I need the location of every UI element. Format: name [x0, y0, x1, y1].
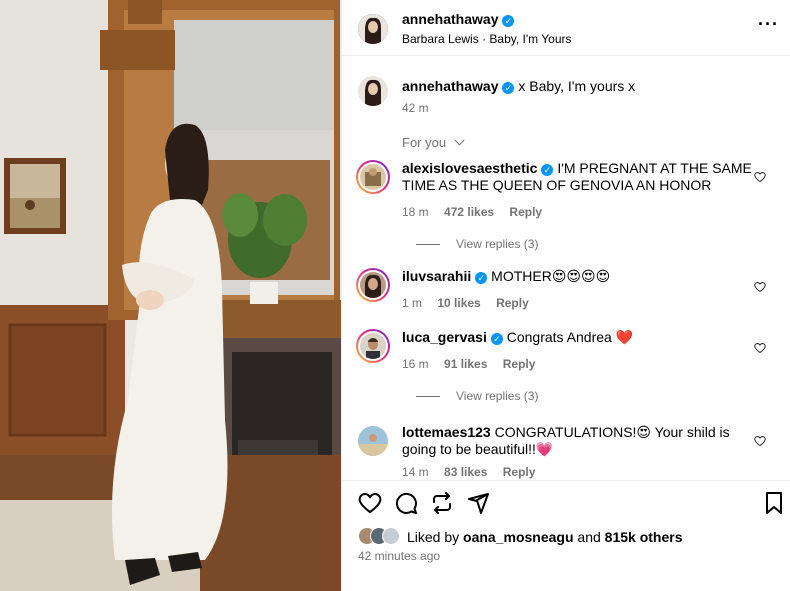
- share-icon[interactable]: [430, 491, 454, 520]
- heart-icon[interactable]: [358, 491, 382, 520]
- story-ring[interactable]: [356, 329, 390, 363]
- liked-by-prefix: Liked by: [407, 529, 460, 545]
- reply-button[interactable]: Reply: [503, 357, 536, 371]
- comment-meta: 14 m 83 likes Reply: [402, 465, 547, 479]
- comment-like-heart-icon[interactable]: [754, 434, 766, 452]
- reply-button[interactable]: Reply: [509, 205, 542, 219]
- liked-by-and: and: [577, 529, 601, 545]
- liked-by-avatars[interactable]: [358, 527, 402, 547]
- story-ring[interactable]: [356, 268, 390, 302]
- comment-time: 14 m: [402, 465, 429, 479]
- verified-badge-icon: ✓: [502, 82, 515, 94]
- comment-likes[interactable]: 91 likes: [444, 357, 487, 371]
- commenter-avatar: [360, 333, 386, 359]
- comment-item: lottemaes123 CONGRATULATIONS!😍 Your shil…: [356, 424, 766, 480]
- comment-meta: 1 m 10 likes Reply: [402, 296, 541, 310]
- view-replies-button[interactable]: View replies (3): [416, 389, 538, 403]
- post-time[interactable]: 42 minutes ago: [358, 549, 440, 563]
- bookmark-icon[interactable]: [764, 491, 784, 520]
- comment-likes[interactable]: 83 likes: [444, 465, 487, 479]
- comment-text-line: alexislovesaesthetic ✓ I'M PREGNANT AT TH…: [402, 160, 762, 194]
- comment-username[interactable]: luca_gervasi: [402, 329, 487, 345]
- liked-by-text: Liked by oana_mosneagu and 815k others: [407, 529, 683, 545]
- comment-like-heart-icon[interactable]: [754, 170, 766, 188]
- view-replies-label: View replies (3): [456, 389, 539, 403]
- comment-likes[interactable]: 472 likes: [444, 205, 494, 219]
- comment-text-line: luca_gervasi ✓ Congrats Andrea ❤️: [402, 329, 762, 346]
- verified-badge-icon: ✓: [490, 333, 503, 345]
- caption-time: 42 m: [402, 101, 429, 115]
- comment-like-heart-icon[interactable]: [754, 280, 766, 298]
- reply-button[interactable]: Reply: [503, 465, 536, 479]
- commenter-avatar: [360, 164, 386, 190]
- audio-separator: ·: [482, 32, 487, 46]
- liked-by-user[interactable]: oana_mosneagu: [463, 529, 573, 545]
- for-you-dropdown[interactable]: For you: [402, 135, 465, 150]
- author-avatar[interactable]: [358, 14, 388, 44]
- caption-text-line: annehathaway ✓ x Baby, I'm yours x: [402, 78, 772, 95]
- audio-title[interactable]: Baby, I'm Yours: [489, 32, 571, 46]
- view-replies-button[interactable]: View replies (3): [416, 237, 538, 251]
- comment-item: luca_gervasi ✓ Congrats Andrea ❤️ 16 m 91…: [356, 329, 766, 409]
- author-username[interactable]: annehathaway: [402, 11, 498, 27]
- replies-divider: [416, 244, 440, 246]
- more-icon[interactable]: ···: [758, 14, 779, 35]
- caption-avatar[interactable]: [358, 76, 388, 106]
- commenter-avatar: [360, 272, 386, 298]
- comment-icon[interactable]: [394, 491, 418, 520]
- author-line: annehathaway ✓: [402, 11, 515, 29]
- send-icon[interactable]: [466, 491, 490, 520]
- view-replies-label: View replies (3): [456, 237, 539, 251]
- story-ring[interactable]: [356, 160, 390, 194]
- post-header: annehathaway ✓ Barbara Lewis · Baby, I'm …: [342, 0, 790, 56]
- commenter-avatar[interactable]: [358, 426, 388, 456]
- post-photo[interactable]: [0, 0, 341, 591]
- liker-avatar: [382, 527, 400, 545]
- comment-meta: 18 m 472 likes Reply: [402, 205, 554, 219]
- comment-time: 18 m: [402, 205, 429, 219]
- verified-badge-icon: ✓: [541, 164, 554, 176]
- chevron-down-icon: [454, 135, 465, 146]
- audio-artist[interactable]: Barbara Lewis: [402, 32, 479, 46]
- comment-item: iluvsarahii ✓ MOTHER😍😍😍😍 1 m 10 likes Rep…: [356, 268, 766, 318]
- comment-text: MOTHER😍😍😍😍: [491, 268, 611, 284]
- photo-illustration: [0, 0, 341, 591]
- comment-text-line: lottemaes123 CONGRATULATIONS!😍 Your shil…: [402, 424, 762, 458]
- audio-line[interactable]: Barbara Lewis · Baby, I'm Yours: [402, 32, 572, 46]
- comment-time: 1 m: [402, 296, 423, 310]
- comment-time: 16 m: [402, 357, 429, 371]
- caption-text: x Baby, I'm yours x: [518, 78, 636, 94]
- verified-badge-icon: ✓: [475, 272, 488, 284]
- post-side-panel: annehathaway ✓ Barbara Lewis · Baby, I'm …: [341, 0, 790, 591]
- comment-username[interactable]: iluvsarahii: [402, 268, 471, 284]
- comment-username[interactable]: lottemaes123: [402, 424, 491, 440]
- reply-button[interactable]: Reply: [496, 296, 529, 310]
- for-you-label: For you: [402, 135, 447, 150]
- comment-meta: 16 m 91 likes Reply: [402, 357, 547, 371]
- comment-username[interactable]: alexislovesaesthetic: [402, 160, 537, 176]
- action-bar: Liked by oana_mosneagu and 815k others 4…: [342, 480, 790, 591]
- comment-text: Congrats Andrea ❤️: [506, 329, 634, 345]
- liked-by-others[interactable]: 815k others: [605, 529, 683, 545]
- comment-item: alexislovesaesthetic ✓ I'M PREGNANT AT TH…: [356, 160, 766, 260]
- caption-username[interactable]: annehathaway: [402, 78, 498, 94]
- comment-text-line: iluvsarahii ✓ MOTHER😍😍😍😍: [402, 268, 762, 285]
- comment-likes[interactable]: 10 likes: [437, 296, 480, 310]
- replies-divider: [416, 396, 440, 398]
- verified-badge-icon: ✓: [502, 15, 515, 27]
- comment-like-heart-icon[interactable]: [754, 341, 766, 359]
